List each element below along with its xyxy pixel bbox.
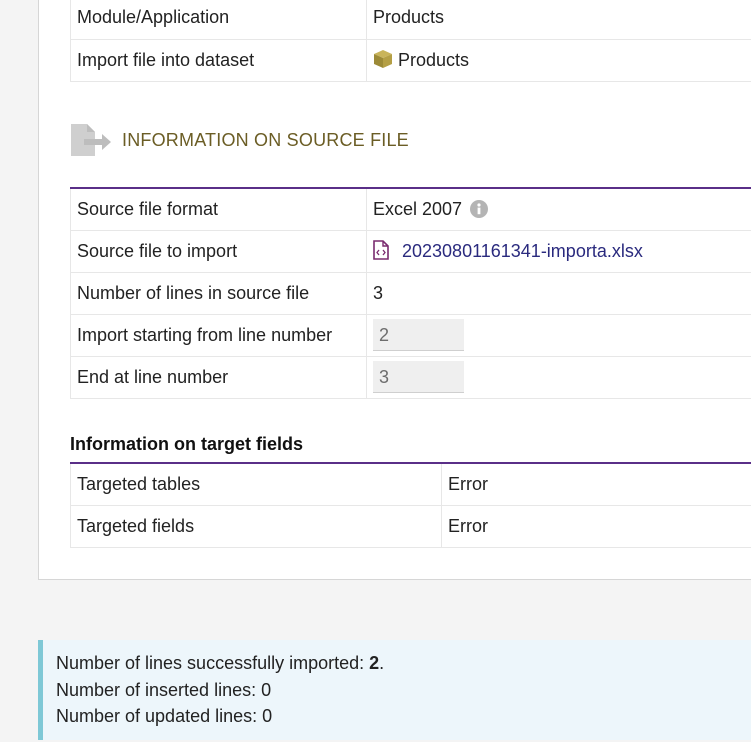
start-line-field[interactable]: 2 — [373, 319, 464, 351]
end-line-label: End at line number — [70, 356, 367, 399]
table-row: Targeted tables Error — [70, 463, 751, 506]
target-section-title: Information on target fields — [70, 434, 304, 454]
table-row: Import starting from line number 2 — [70, 314, 751, 357]
file-label: Source file to import — [70, 230, 367, 273]
updated-line: Number of updated lines: 0 — [56, 706, 273, 726]
lines-label: Number of lines in source file — [70, 272, 367, 315]
format-label: Source file format — [70, 188, 367, 231]
import-summary-card: Module/Application Products Import file … — [38, 0, 751, 580]
format-value: Excel 2007 — [373, 198, 463, 219]
targeted-fields-label: Targeted fields — [70, 505, 442, 548]
success-suffix: . — [379, 653, 385, 673]
info-icon[interactable] — [470, 199, 489, 218]
module-value: Products — [366, 0, 751, 40]
table-row: Targeted fields Error — [70, 505, 751, 548]
lines-value: 3 — [366, 272, 751, 315]
table-row: Import file into dataset Products — [70, 39, 751, 82]
success-label: Number of lines successfully imported: — [56, 653, 370, 673]
success-line: Number of lines successfully imported: 2… — [56, 650, 751, 677]
box-icon — [374, 50, 392, 68]
success-count: 2 — [369, 653, 380, 673]
dataset-value-cell: Products — [366, 39, 751, 82]
table-row: Source file to import 20230801161341-imp… — [70, 230, 751, 273]
end-line-cell: 3 — [366, 356, 751, 399]
start-line-cell: 2 — [366, 314, 751, 357]
dataset-value: Products — [398, 50, 470, 70]
import-result-box: Number of lines successfully imported: 2… — [38, 640, 751, 740]
file-code-icon[interactable] — [373, 240, 389, 260]
targeted-tables-label: Targeted tables — [70, 463, 442, 506]
targeted-tables-value: Error — [441, 463, 751, 506]
general-info-table: Module/Application Products Import file … — [70, 0, 751, 82]
source-section-title: INFORMATION ON SOURCE FILE — [70, 122, 409, 158]
table-row: Number of lines in source file 3 — [70, 272, 751, 315]
table-row: Module/Application Products — [70, 0, 751, 40]
targeted-fields-value: Error — [441, 505, 751, 548]
file-export-icon — [71, 124, 111, 156]
format-value-cell: Excel 2007 — [366, 188, 751, 231]
source-file-link[interactable]: 20230801161341-importa.xlsx — [402, 241, 643, 261]
source-section-label: INFORMATION ON SOURCE FILE — [122, 129, 409, 150]
target-fields-table: Targeted tables Error Targeted fields Er… — [70, 462, 751, 548]
inserted-line: Number of inserted lines: 0 — [56, 679, 272, 700]
start-line-label: Import starting from line number — [70, 314, 367, 357]
source-file-table: Source file format Excel 2007 Source fil… — [70, 187, 751, 399]
table-row: Source file format Excel 2007 — [70, 188, 751, 231]
table-row: End at line number 3 — [70, 356, 751, 399]
file-value-cell: 20230801161341-importa.xlsx — [366, 230, 751, 273]
module-label: Module/Application — [70, 0, 367, 40]
dataset-label: Import file into dataset — [70, 39, 367, 82]
end-line-field[interactable]: 3 — [373, 361, 464, 393]
